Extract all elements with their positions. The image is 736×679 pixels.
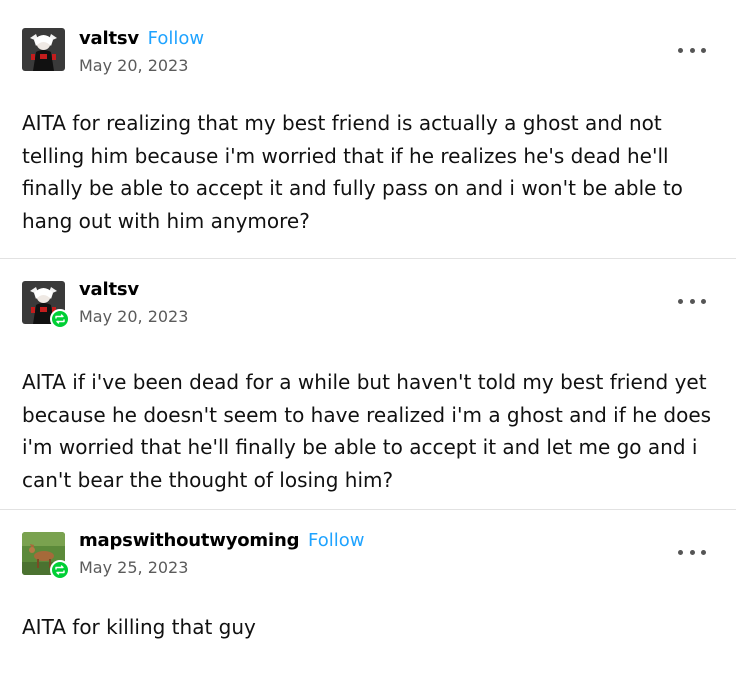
post: mapswithoutwyoming Follow May 25, 2023 A… — [0, 510, 736, 679]
post-text: AITA for killing that guy — [22, 615, 256, 639]
post: valtsv Follow May 20, 2023 AITA for real… — [0, 0, 736, 259]
username[interactable]: valtsv — [79, 28, 139, 49]
post-body: AITA for killing that guy — [0, 590, 736, 665]
dot — [689, 298, 695, 304]
username[interactable]: valtsv — [79, 279, 139, 300]
dot — [701, 298, 706, 304]
reblog-icon-glyph — [55, 314, 65, 324]
dot — [678, 549, 683, 555]
name-line: valtsv Follow — [79, 27, 204, 51]
more-options-icon[interactable] — [678, 540, 706, 564]
post-text: AITA if i've been dead for a while but h… — [22, 370, 712, 493]
post-header: valtsv May 20, 2023 — [0, 259, 736, 339]
more-options-icon[interactable] — [678, 289, 706, 313]
follow-button[interactable]: Follow — [308, 530, 364, 551]
dot — [689, 47, 695, 53]
follow-button[interactable]: Follow — [148, 28, 204, 49]
post: valtsv May 20, 2023 AITA if i've been de… — [0, 259, 736, 510]
name-line: mapswithoutwyoming Follow — [79, 529, 364, 553]
post-body: AITA if i've been dead for a while but h… — [0, 339, 736, 518]
reblog-icon — [50, 560, 70, 580]
dot — [689, 549, 695, 555]
post-date[interactable]: May 25, 2023 — [79, 556, 188, 580]
post-header: mapswithoutwyoming Follow May 25, 2023 — [0, 510, 736, 590]
reblog-icon-glyph — [55, 565, 65, 575]
post-date[interactable]: May 20, 2023 — [79, 305, 188, 329]
valtsv-avatar-image — [22, 28, 65, 71]
reblog-icon — [50, 309, 70, 329]
name-line: valtsv — [79, 278, 139, 302]
avatar[interactable] — [22, 28, 65, 71]
post-date[interactable]: May 20, 2023 — [79, 54, 188, 78]
post-body: AITA for realizing that my best friend i… — [0, 80, 736, 259]
post-text: AITA for realizing that my best friend i… — [22, 111, 683, 234]
dot — [701, 47, 706, 53]
post-header: valtsv Follow May 20, 2023 — [0, 0, 736, 80]
username[interactable]: mapswithoutwyoming — [79, 530, 299, 551]
more-options-icon[interactable] — [678, 38, 706, 62]
dot — [678, 298, 683, 304]
dot — [701, 549, 706, 555]
dot — [678, 47, 683, 53]
